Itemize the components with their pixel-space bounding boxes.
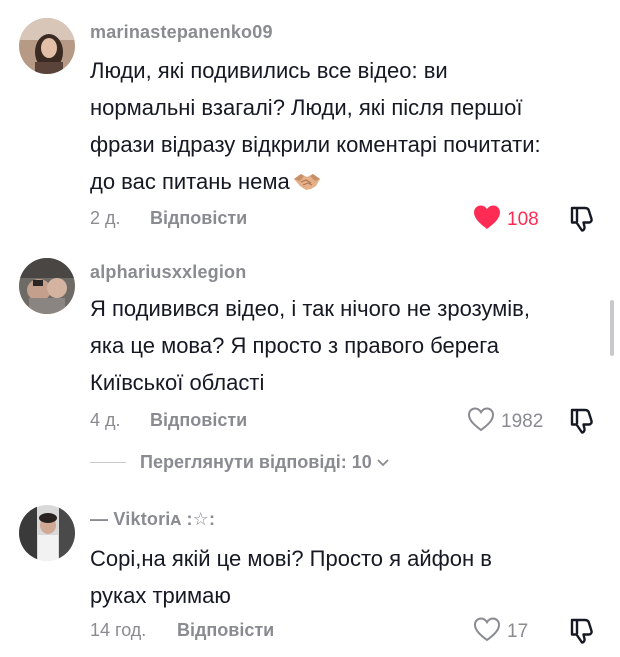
username[interactable]: alphariusxxlegion [90, 262, 246, 283]
dislike-button[interactable] [568, 617, 596, 650]
like-count: 17 [507, 621, 529, 642]
reply-button[interactable]: Відповісти [150, 208, 247, 229]
comment-line: яка це мова? Я просто з правого берега [90, 333, 499, 358]
comment-line: Люди, які подивились все відео: ви [90, 58, 448, 83]
like-count: 1982 [501, 411, 544, 432]
comment-time: 4 д. [90, 410, 121, 430]
comment-time: 14 год. [90, 620, 147, 640]
handshake-emoji [292, 167, 322, 204]
divider [90, 462, 126, 463]
comment-text: Сорі,на якій це мові? Просто я айфон в р… [90, 540, 600, 614]
comment-line: нормальні взагалі? Люди, які після першо… [90, 95, 523, 120]
comment-line-text: до вас питань нема [90, 169, 290, 194]
username[interactable]: marinastepanenko09 [90, 22, 273, 43]
reply-button[interactable]: Відповісти [150, 410, 247, 431]
dislike-icon [568, 408, 596, 439]
comment-line: руках тримаю [90, 583, 231, 608]
dislike-icon [568, 618, 596, 649]
scrollbar[interactable] [610, 300, 614, 356]
comment-line: Сорі,на якій це мові? Просто я айфон в [90, 546, 492, 571]
reply-button[interactable]: Відповісти [177, 620, 274, 641]
dislike-button[interactable] [568, 205, 596, 238]
avatar[interactable] [19, 258, 75, 314]
like-count: 108 [507, 209, 539, 230]
like-button[interactable]: 1982 [467, 406, 543, 438]
comment-text: Люди, які подивились все відео: ви норма… [90, 52, 600, 204]
like-button[interactable]: 108 [473, 204, 539, 236]
heart-outline-icon [467, 406, 495, 438]
chevron-down-icon [376, 458, 390, 468]
view-replies-label: Переглянути відповіді: 10 [140, 452, 372, 472]
comment-line: Київської області [90, 370, 265, 395]
comment-text: Я подивився відео, і так нічого не зрозу… [90, 290, 600, 401]
dislike-icon [568, 206, 596, 237]
heart-icon [473, 204, 501, 236]
comment-line: до вас питань нема [90, 163, 600, 204]
view-replies-button[interactable]: Переглянути відповіді: 10 [90, 452, 390, 473]
like-button[interactable]: 17 [473, 616, 528, 648]
comment-line: фрази відразу відкрили коментарі почитат… [90, 132, 541, 157]
dislike-button[interactable] [568, 407, 596, 440]
heart-outline-icon [473, 616, 501, 648]
comment-line: Я подивився відео, і так нічого не зрозу… [90, 296, 530, 321]
avatar[interactable] [19, 18, 75, 74]
avatar[interactable] [19, 505, 75, 561]
comment-time: 2 д. [90, 208, 121, 228]
username[interactable]: — Viktoriᴀ :☆: [90, 509, 215, 530]
